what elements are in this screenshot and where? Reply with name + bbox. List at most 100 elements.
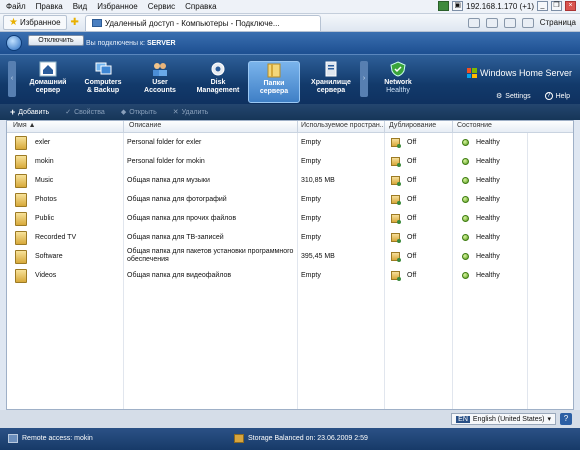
- add-favorite-icon[interactable]: ✚: [71, 17, 79, 28]
- scroll-left-button[interactable]: ‹: [8, 61, 16, 97]
- help-link[interactable]: ? Help: [544, 92, 570, 100]
- column-description[interactable]: Описание: [129, 122, 161, 129]
- scroll-right-button[interactable]: ›: [360, 61, 368, 97]
- folder-name: Software: [35, 253, 63, 260]
- server-name: SERVER: [146, 40, 176, 47]
- public-folder-icon: [15, 212, 27, 226]
- tab-user-accounts[interactable]: User Accounts: [138, 61, 182, 103]
- table-row[interactable]: mokin Personal folder for mokin Empty Off He…: [7, 152, 573, 171]
- mail-icon[interactable]: [503, 17, 516, 28]
- tab-label-1: Computers: [84, 79, 122, 86]
- balance-text: Storage Balanced on: 23.06.2009 2:59: [248, 435, 368, 442]
- language-selector[interactable]: EN English (United States) ▾: [451, 413, 556, 425]
- windows-flag-icon: [466, 68, 477, 78]
- star-icon: ★: [9, 16, 18, 28]
- table-row[interactable]: Recorded TV Общая папка для ТВ-записей Emp…: [7, 228, 573, 247]
- restore-button[interactable]: ❐: [551, 1, 562, 11]
- tab-server-storage[interactable]: Хранилище сервера: [306, 61, 356, 103]
- open-icon: ◆: [120, 109, 127, 116]
- favorites-button[interactable]: ★ Избранное: [3, 15, 67, 30]
- menu-view[interactable]: Вид: [73, 2, 87, 11]
- folder-description: Общая папка для ТВ-записей: [127, 234, 224, 241]
- used-space: Empty: [301, 139, 321, 146]
- language-code: EN: [456, 415, 470, 423]
- tab-label-1: User: [152, 79, 168, 86]
- close-button[interactable]: ×: [565, 1, 576, 11]
- menu-help[interactable]: Справка: [185, 2, 216, 11]
- tab-home-server[interactable]: Домашний сервер: [26, 61, 70, 103]
- table-row[interactable]: exler Personal folder for exler Empty Off He…: [7, 133, 573, 152]
- used-space: Empty: [301, 215, 321, 222]
- user-folder-icon: [15, 136, 27, 150]
- chevron-down-icon: ▾: [547, 416, 551, 423]
- help-label: Help: [555, 92, 570, 100]
- network-status[interactable]: Network Healthy: [376, 61, 420, 103]
- status-value: Healthy: [476, 158, 500, 165]
- tab-label-2: & Backup: [86, 87, 120, 94]
- tab-disk-management[interactable]: Disk Management: [192, 61, 244, 103]
- check-icon: ✓: [65, 109, 72, 116]
- duplication-value: Off: [407, 177, 417, 184]
- settings-link[interactable]: ⚙ Settings: [496, 92, 531, 101]
- menu-tools[interactable]: Сервис: [148, 2, 175, 11]
- shared-folders-list: Имя ▲ Описание Используемое простран... …: [6, 120, 574, 410]
- delete-button[interactable]: ✕ Удалить: [172, 108, 209, 117]
- feeds-icon[interactable]: [485, 17, 498, 28]
- duplication-icon: [391, 214, 401, 224]
- duplication-value: Off: [407, 196, 417, 203]
- menu-file[interactable]: Файл: [6, 2, 26, 11]
- menu-favorites[interactable]: Избранное: [97, 2, 138, 11]
- storage-icon: [234, 434, 244, 443]
- column-divider: [384, 121, 385, 133]
- table-row[interactable]: Videos Общая папка для видеофайлов Empty Of…: [7, 266, 573, 285]
- add-button[interactable]: + Добавить: [10, 107, 49, 117]
- tab-server-folders[interactable]: Папки сервера: [248, 61, 300, 103]
- folder-description: Общая папка для прочих файлов: [127, 215, 237, 222]
- folder-description: Общая папка для видеофайлов: [127, 272, 232, 279]
- page-menu[interactable]: Страница: [540, 18, 576, 27]
- shield-icon: [390, 61, 406, 77]
- users-icon: [153, 63, 167, 76]
- disconnect-button[interactable]: Отключить: [28, 35, 84, 46]
- console-header: ‹ Домашний сервер Computers & Backup Use…: [0, 54, 580, 104]
- home-icon: [39, 61, 57, 77]
- settings-label: Settings: [505, 92, 531, 100]
- computer-icon: [91, 19, 102, 27]
- column-name[interactable]: Имя ▲: [13, 122, 36, 129]
- remote-address: 192.168.1.170 (+1): [466, 1, 534, 11]
- column-duplication[interactable]: Дублирование: [389, 122, 436, 129]
- status-value: Healthy: [476, 234, 500, 241]
- column-divider: [123, 121, 124, 133]
- duplication-icon: [391, 195, 401, 205]
- table-row[interactable]: Public Общая папка для прочих файлов Empty…: [7, 209, 573, 228]
- column-status[interactable]: Состояние: [457, 122, 492, 129]
- minimize-button[interactable]: _: [537, 1, 548, 11]
- duplication-value: Off: [407, 272, 417, 279]
- open-button[interactable]: ◆ Открыть: [120, 108, 157, 117]
- health-icon: [462, 272, 469, 279]
- column-used-space[interactable]: Используемое простран...: [301, 122, 386, 129]
- language-help-icon[interactable]: ?: [560, 413, 572, 425]
- health-icon: [462, 253, 469, 260]
- tab-label-1: Хранилище: [311, 79, 351, 86]
- delete-icon: ✕: [172, 109, 179, 116]
- home-icon[interactable]: [467, 17, 480, 28]
- status-value: Healthy: [476, 196, 500, 203]
- duplication-value: Off: [407, 253, 417, 260]
- table-row[interactable]: Software Общая папка для пакетов установк…: [7, 247, 573, 266]
- language-bar: EN English (United States) ▾ ?: [0, 410, 580, 428]
- browser-tab[interactable]: Удаленный доступ - Компьютеры - Подключе…: [84, 14, 321, 31]
- open-label: Открыть: [129, 108, 157, 116]
- tab-label-2: сервера: [259, 88, 289, 95]
- status-bar: Remote access: mokin Storage Balanced on…: [0, 428, 580, 450]
- tab-label-2: Management: [196, 87, 240, 94]
- properties-button[interactable]: ✓ Свойства: [65, 108, 105, 117]
- menu-edit[interactable]: Правка: [36, 2, 63, 11]
- tab-label-2: сервера: [316, 87, 346, 94]
- browser-tab-bar: ★ Избранное ✚ Удаленный доступ - Компьют…: [0, 14, 580, 32]
- print-icon[interactable]: [521, 17, 534, 28]
- table-row[interactable]: Photos Общая папка для фотографий Empty Off…: [7, 190, 573, 209]
- folder-name: Music: [35, 177, 54, 184]
- tab-computers-backup[interactable]: Computers & Backup: [80, 61, 126, 103]
- table-row[interactable]: Music Общая папка для музыки 310,85 MB Off H…: [7, 171, 573, 190]
